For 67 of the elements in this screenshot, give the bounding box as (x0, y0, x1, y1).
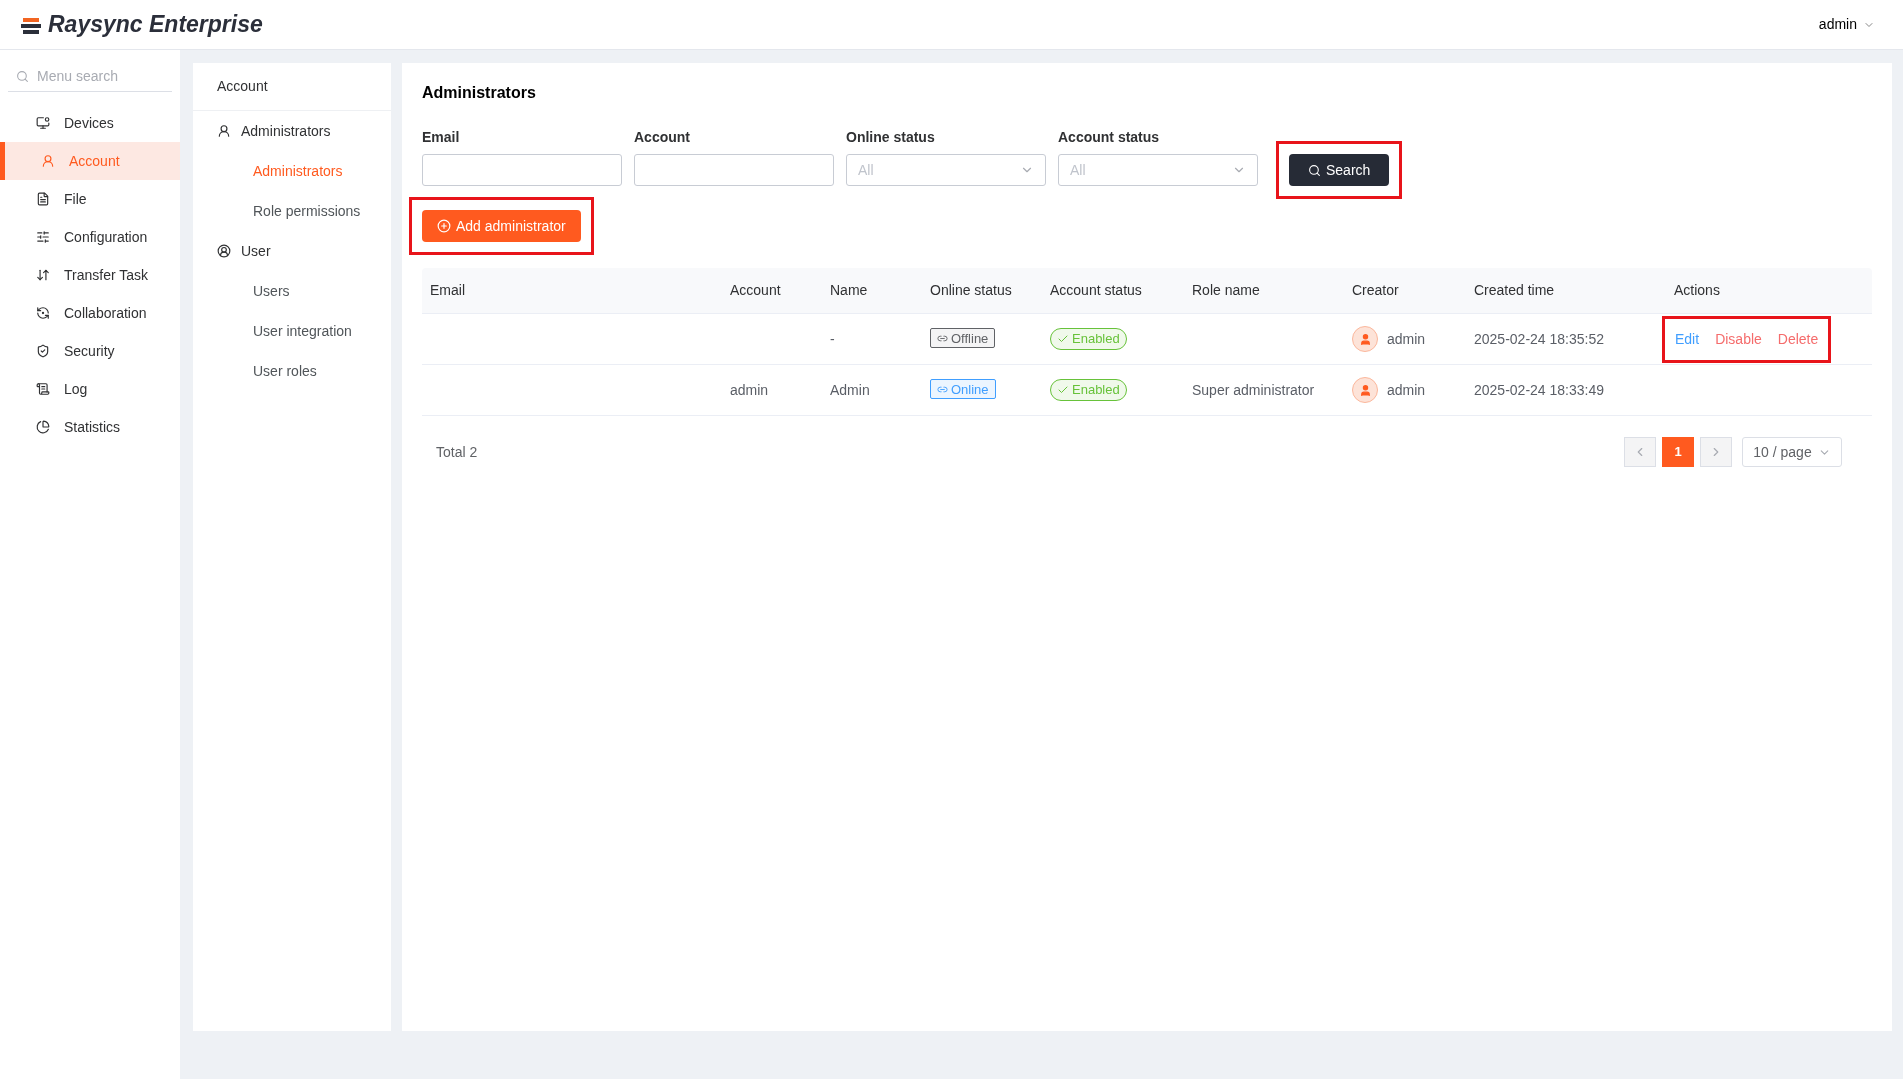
column-header: Account status (1050, 282, 1142, 298)
sidebar-item[interactable]: Configuration (0, 218, 180, 256)
table-cell-text: admin (1387, 380, 1426, 400)
table-cell-text: admin (1387, 329, 1426, 349)
table-cell: Admin (830, 381, 870, 398)
submenu-item[interactable]: Role permissions (193, 191, 391, 231)
table-cell: 2025-02-24 18:35:52 (1474, 330, 1604, 347)
total-count: Total 2 (436, 442, 478, 462)
filter-label: Account (634, 128, 691, 147)
table-cell: Super administrator (1192, 381, 1315, 398)
sidebar-item[interactable]: Log (0, 370, 180, 408)
arrows-icon (36, 268, 50, 282)
column-header: Creator (1352, 282, 1399, 298)
refresh-icon (36, 306, 50, 320)
filter-label: Account status (1058, 128, 1161, 147)
input-field[interactable] (634, 154, 834, 186)
shield-icon (36, 344, 50, 358)
online-status-tag: Offline (930, 328, 996, 349)
search-icon (1308, 163, 1321, 177)
filter-label: Online status (846, 128, 936, 147)
submenu-item[interactable]: Users (193, 271, 391, 311)
page-title: Administrators (422, 83, 537, 103)
sidebar-item[interactable]: Devices (0, 104, 180, 142)
filter-label: Email (422, 128, 461, 147)
account-status-tag: Enabled (1050, 327, 1127, 350)
list-icon (36, 382, 50, 396)
search-icon (16, 70, 29, 83)
submenu-group[interactable]: User (241, 240, 271, 262)
column-header: Email (430, 282, 465, 298)
pie-chart-icon (36, 420, 50, 434)
sidebar-item[interactable]: Security (0, 332, 180, 370)
user-circle-icon (217, 244, 231, 258)
table-cell: admin (730, 381, 769, 398)
input-field[interactable] (422, 154, 622, 186)
sidebar-item[interactable]: Collaboration (0, 294, 180, 332)
prev-page-button[interactable] (1624, 437, 1656, 467)
account-status-tag: Enabled (1050, 378, 1127, 401)
column-header: Online status (930, 282, 1012, 298)
document-icon (36, 192, 50, 206)
online-status-tag: Online (930, 379, 996, 400)
user-icon (217, 124, 231, 138)
page-size-select[interactable]: 10 / page (1742, 437, 1842, 467)
column-header: Name (830, 282, 868, 298)
column-header: Actions (1674, 282, 1720, 298)
plus-circle-icon (437, 219, 451, 233)
user-menu[interactable]: admin (1818, 14, 1875, 35)
monitor-icon (36, 116, 50, 130)
column-header: Created time (1474, 282, 1555, 298)
column-header: Account (730, 282, 781, 298)
submenu-title: Account (193, 63, 391, 111)
avatar-icon (1352, 326, 1378, 352)
menu-search-field[interactable]: Menu search (37, 66, 157, 87)
sliders-icon (36, 230, 50, 244)
table-cell: - (830, 330, 835, 347)
column-header: Role name (1192, 282, 1260, 298)
user-icon (41, 154, 55, 168)
search-button[interactable]: Search (1289, 154, 1390, 186)
submenu-group[interactable]: Administrators (241, 120, 331, 142)
table-cell: 2025-02-24 18:33:49 (1474, 381, 1604, 398)
next-page-button[interactable] (1700, 437, 1732, 467)
sidebar-item[interactable]: File (0, 180, 180, 218)
sidebar-item[interactable]: Transfer Task (0, 256, 180, 294)
avatar-icon (1352, 377, 1378, 403)
sidebar-item[interactable]: Statistics (0, 408, 180, 446)
brand-name: Raysync Enterprise (48, 10, 263, 40)
submenu-item[interactable]: User integration (193, 311, 391, 351)
submenu-item[interactable]: User roles (193, 351, 391, 391)
